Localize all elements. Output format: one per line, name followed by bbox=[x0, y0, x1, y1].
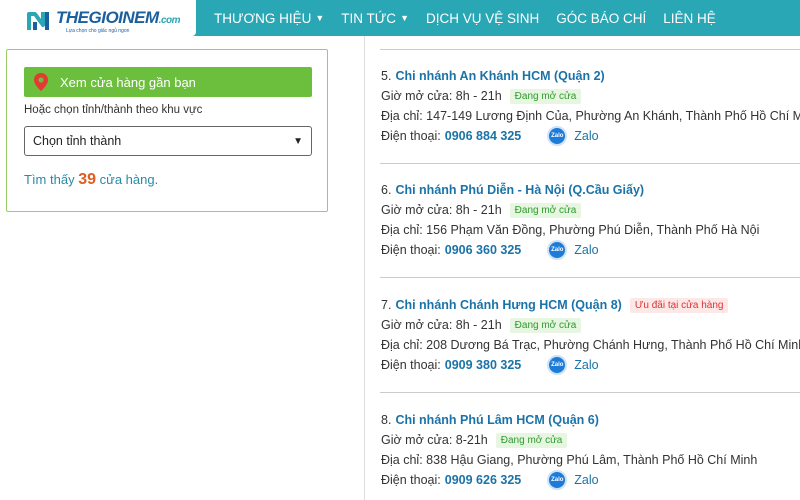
divider bbox=[380, 163, 800, 164]
zalo-icon: Zalo bbox=[547, 240, 568, 260]
chevron-down-icon: ▼ bbox=[293, 135, 303, 147]
store-item: 6. Chi nhánh Phú Diễn - Hà Nội (Q.Cầu Giấ… bbox=[381, 182, 800, 260]
zalo-link[interactable]: Zalo Zalo bbox=[547, 470, 599, 490]
status-badge: Đang mở cửa bbox=[495, 432, 568, 448]
zalo-link[interactable]: Zalo Zalo bbox=[547, 126, 599, 146]
store-title[interactable]: 7. Chi nhánh Chánh Hưng HCM (Quận 8) Ưu đã… bbox=[381, 297, 800, 313]
store-phone-row: Điện thoại: 0906 360 325 Zalo Zalo bbox=[381, 240, 800, 260]
logo-n-icon bbox=[27, 12, 49, 30]
nav-lien-he[interactable]: LIÊN HỆ bbox=[663, 11, 716, 26]
store-finder-panel: Xem cửa hàng gần bạn Hoặc chọn tỉnh/thàn… bbox=[6, 49, 328, 212]
store-name[interactable]: Chi nhánh Phú Diễn - Hà Nội (Q.Cầu Giấy) bbox=[395, 183, 644, 197]
store-item: 7. Chi nhánh Chánh Hưng HCM (Quận 8) Ưu đã… bbox=[381, 297, 800, 375]
province-select[interactable]: Chọn tỉnh thành ▼ bbox=[24, 126, 312, 156]
divider bbox=[380, 49, 800, 50]
status-badge: Đang mở cửa bbox=[509, 88, 582, 104]
province-select-value: Chọn tỉnh thành bbox=[33, 134, 122, 148]
store-phone-row: Điện thoại: 0909 380 325 Zalo Zalo bbox=[381, 355, 800, 375]
chevron-down-icon: ▼ bbox=[400, 13, 409, 23]
divider bbox=[380, 392, 800, 393]
status-badge: Đang mở cửa bbox=[509, 202, 582, 218]
store-address: Địa chỉ: 208 Dương Bá Trạc, Phường Chánh… bbox=[381, 338, 800, 352]
zalo-link[interactable]: Zalo Zalo bbox=[547, 240, 599, 260]
zalo-icon: Zalo bbox=[547, 355, 568, 375]
store-title[interactable]: 6. Chi nhánh Phú Diễn - Hà Nội (Q.Cầu Giấ… bbox=[381, 182, 800, 198]
store-title[interactable]: 5. Chi nhánh An Khánh HCM (Quận 2) bbox=[381, 68, 800, 84]
zalo-link[interactable]: Zalo Zalo bbox=[547, 355, 599, 375]
choose-region-label: Hoặc chọn tỉnh/thành theo khu vực bbox=[24, 104, 203, 116]
logo[interactable]: THEGIOINEM.com Lựa chọn cho giấc ngủ ngo… bbox=[0, 0, 196, 36]
promo-badge: Ưu đãi tại cửa hàng bbox=[629, 297, 729, 313]
store-title[interactable]: 8. Chi nhánh Phú Lâm HCM (Quận 6) bbox=[381, 412, 800, 428]
store-address: Địa chỉ: 147-149 Lương Định Của, Phường … bbox=[381, 109, 800, 123]
store-name[interactable]: Chi nhánh Chánh Hưng HCM (Quận 8) bbox=[395, 298, 621, 312]
store-item: 8. Chi nhánh Phú Lâm HCM (Quận 6) Giờ mở … bbox=[381, 412, 800, 490]
main-nav: THƯƠNG HIỆU ▼ TIN TỨC ▼ DỊCH VỤ VỆ SINH GÓ… bbox=[214, 0, 733, 36]
store-phone-row: Điện thoại: 0909 626 325 Zalo Zalo bbox=[381, 470, 800, 490]
found-count: 39 bbox=[78, 171, 96, 188]
store-phone[interactable]: 0906 360 325 bbox=[445, 243, 521, 257]
store-name[interactable]: Chi nhánh An Khánh HCM (Quận 2) bbox=[395, 69, 604, 83]
nav-tin-tuc[interactable]: TIN TỨC ▼ bbox=[341, 11, 409, 26]
logo-slogan: Lựa chọn cho giấc ngủ ngon bbox=[66, 28, 130, 34]
store-item: 5. Chi nhánh An Khánh HCM (Quận 2) Giờ mở… bbox=[381, 68, 800, 146]
store-hours: Giờ mở cửa: 8-21h Đang mở cửa bbox=[381, 432, 800, 448]
near-stores-button[interactable]: Xem cửa hàng gần bạn bbox=[24, 67, 312, 97]
store-phone[interactable]: 0909 626 325 bbox=[445, 473, 521, 487]
near-stores-label: Xem cửa hàng gần bạn bbox=[60, 74, 196, 90]
nav-goc-bao-chi[interactable]: GÓC BÁO CHÍ bbox=[556, 11, 646, 26]
store-hours: Giờ mở cửa: 8h - 21h Đang mở cửa bbox=[381, 88, 800, 104]
store-phone-row: Điện thoại: 0906 884 325 Zalo Zalo bbox=[381, 126, 800, 146]
store-hours: Giờ mở cửa: 8h - 21h Đang mở cửa bbox=[381, 317, 800, 333]
logo-text: THEGIOINEM.com bbox=[56, 8, 181, 27]
zalo-icon: Zalo bbox=[547, 470, 568, 490]
store-phone[interactable]: 0906 884 325 bbox=[445, 129, 521, 143]
column-divider bbox=[364, 36, 365, 500]
nav-thuong-hieu[interactable]: THƯƠNG HIỆU ▼ bbox=[214, 11, 324, 26]
top-header: THEGIOINEM.com Lựa chọn cho giấc ngủ ngo… bbox=[0, 0, 800, 36]
location-pin-icon bbox=[34, 73, 48, 91]
store-name[interactable]: Chi nhánh Phú Lâm HCM (Quận 6) bbox=[395, 413, 598, 427]
store-phone[interactable]: 0909 380 325 bbox=[445, 358, 521, 372]
store-address: Địa chỉ: 838 Hậu Giang, Phường Phú Lâm, … bbox=[381, 453, 758, 467]
status-badge: Đang mở cửa bbox=[509, 317, 582, 333]
zalo-icon: Zalo bbox=[547, 126, 568, 146]
store-address: Địa chỉ: 156 Phạm Văn Đồng, Phường Phú D… bbox=[381, 223, 760, 237]
divider bbox=[380, 277, 800, 278]
found-count-text: Tìm thấy 39 cửa hàng. bbox=[24, 171, 159, 188]
chevron-down-icon: ▼ bbox=[315, 13, 325, 23]
nav-dich-vu-ve-sinh[interactable]: DỊCH VỤ VỆ SINH bbox=[426, 11, 539, 26]
store-hours: Giờ mở cửa: 8h - 21h Đang mở cửa bbox=[381, 202, 800, 218]
